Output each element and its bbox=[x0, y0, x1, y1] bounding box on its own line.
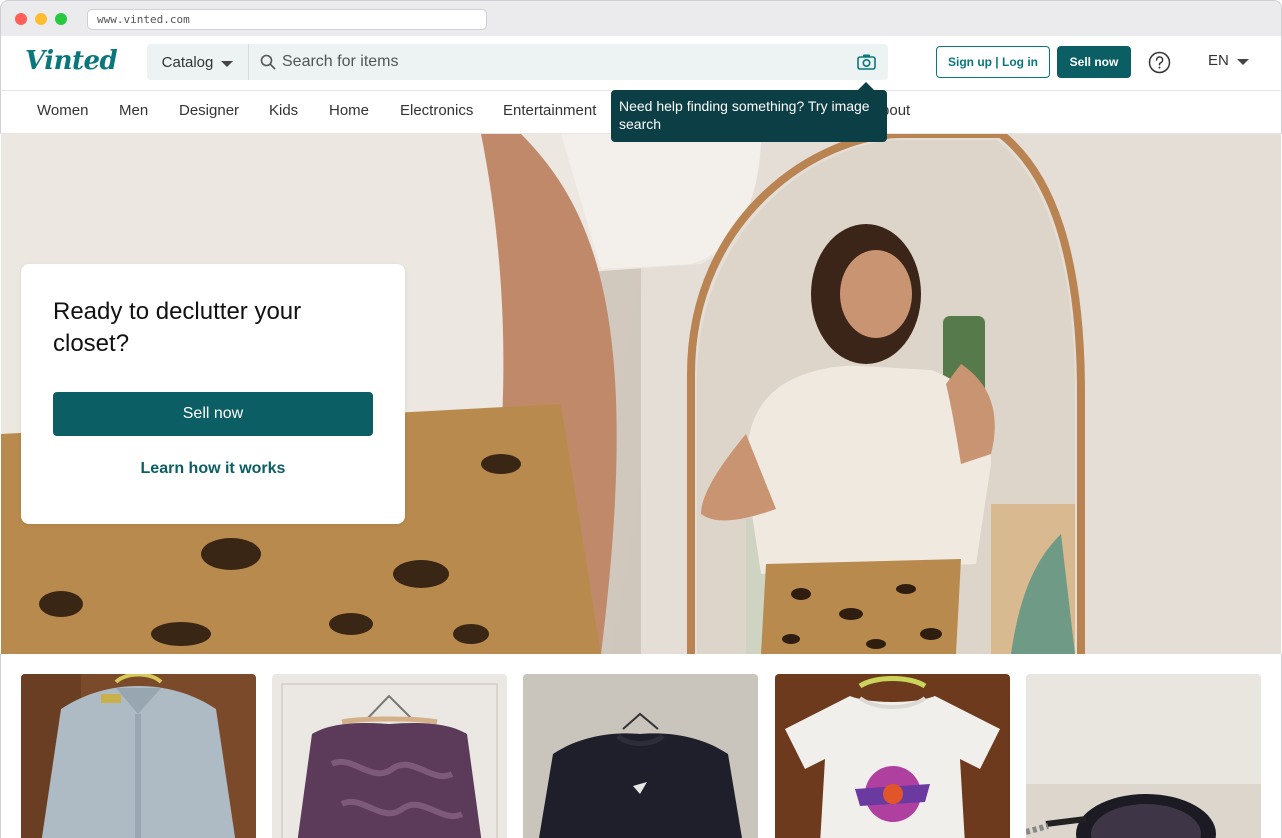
black-sweatshirt-photo bbox=[523, 674, 758, 838]
nav-item-men[interactable]: Men bbox=[119, 102, 148, 119]
signup-login-button[interactable]: Sign up | Log in bbox=[936, 46, 1050, 78]
nav-item-designer[interactable]: Designer bbox=[179, 102, 239, 119]
catalog-dropdown[interactable]: Catalog bbox=[147, 44, 249, 80]
graphic-tshirt-photo bbox=[775, 674, 1010, 838]
item-card-graphic-tshirt[interactable] bbox=[775, 674, 1010, 838]
hero-banner: Ready to declutter your closet? Sell now… bbox=[1, 134, 1281, 654]
nav-item-kids[interactable]: Kids bbox=[269, 102, 298, 119]
hero-sell-now-button[interactable]: Sell now bbox=[53, 392, 373, 436]
help-icon[interactable] bbox=[1148, 51, 1171, 74]
catalog-label: Catalog bbox=[161, 53, 214, 71]
minimize-window-button[interactable] bbox=[35, 13, 47, 25]
vinted-logo[interactable]: Vinted bbox=[25, 46, 118, 76]
item-card-purple-blouse[interactable] bbox=[272, 674, 507, 838]
site-header: Vinted Catalog Search for items Sign up … bbox=[0, 36, 1282, 90]
item-card-polo-shirt[interactable] bbox=[21, 674, 256, 838]
item-feed bbox=[0, 654, 1282, 838]
hero-title: Ready to declutter your closet? bbox=[53, 298, 302, 357]
camera-icon[interactable] bbox=[857, 53, 876, 71]
item-card-black-sweatshirt[interactable] bbox=[523, 674, 758, 838]
close-window-button[interactable] bbox=[15, 13, 27, 25]
nav-item-home[interactable]: Home bbox=[329, 102, 369, 119]
sunglasses-photo bbox=[1026, 674, 1261, 838]
browser-chrome: www.vinted.com bbox=[0, 0, 1282, 36]
search-bar: Catalog Search for items bbox=[147, 44, 888, 80]
search-icon bbox=[260, 54, 276, 70]
language-selector[interactable]: EN bbox=[1208, 52, 1249, 69]
polo-shirt-photo bbox=[21, 674, 256, 838]
language-label: EN bbox=[1208, 52, 1229, 69]
search-input[interactable]: Search for items bbox=[282, 53, 398, 71]
maximize-window-button[interactable] bbox=[55, 13, 67, 25]
header-sell-now-button[interactable]: Sell now bbox=[1057, 46, 1131, 78]
learn-how-it-works-link[interactable]: Learn how it works bbox=[53, 460, 373, 478]
item-card-sunglasses[interactable] bbox=[1026, 674, 1261, 838]
purple-blouse-photo bbox=[272, 674, 507, 838]
nav-item-women[interactable]: Women bbox=[37, 102, 88, 119]
chevron-down-icon bbox=[1236, 59, 1249, 65]
nav-item-entertainment[interactable]: Entertainment bbox=[503, 102, 596, 119]
image-search-tooltip: Need help finding something? Try image s… bbox=[611, 90, 887, 142]
nav-item-electronics[interactable]: Electronics bbox=[400, 102, 473, 119]
chevron-down-icon bbox=[221, 60, 234, 67]
tooltip-arrow bbox=[858, 82, 874, 90]
address-bar[interactable]: www.vinted.com bbox=[87, 9, 487, 30]
declutter-card: Ready to declutter your closet? Sell now… bbox=[21, 264, 405, 524]
